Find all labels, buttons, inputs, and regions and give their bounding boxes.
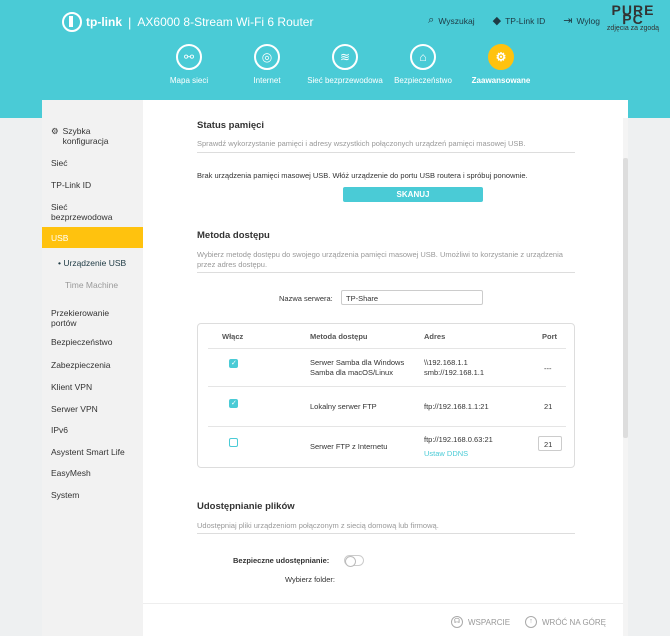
server-name-label: Nazwa serwera: <box>279 294 333 303</box>
top-links: ⌕ Wyszukaj ◆ TP-Link ID ⇥ Wylog <box>428 14 600 27</box>
row-ftp-local-method: Lokalny serwer FTP <box>310 402 377 411</box>
arrow-up-icon: ↑ <box>525 616 537 628</box>
server-name-input[interactable]: TP-Share <box>341 290 483 305</box>
tp-link-logo[interactable]: tp-link | AX6000 8-Stream Wi-Fi 6 Router <box>62 12 313 32</box>
search-icon: ⌕ <box>428 14 435 26</box>
sidebar-item-security[interactable]: Bezpieczeństwo <box>42 334 143 350</box>
shield-icon: ⌂ <box>410 44 436 70</box>
row-samba-address: \\192.168.1.1 smb://192.168.1.1 <box>424 358 485 377</box>
row-ftp-local-checkbox[interactable] <box>229 399 238 408</box>
divider <box>197 272 575 273</box>
nav-network-map[interactable]: ⚯ Mapa sieci <box>150 44 228 85</box>
sharing-desc: Udostępniaj pliki urządzeniom połączonym… <box>197 521 439 530</box>
access-title: Metoda dostępu <box>197 230 270 241</box>
col-port: Port <box>542 332 557 341</box>
logout-link[interactable]: ⇥ Wylog <box>563 14 600 27</box>
content: Status pamięci Sprawdź wykorzystanie pam… <box>143 100 628 636</box>
row-ftp-internet-method: Serwer FTP z Internetu <box>310 442 388 451</box>
sidebar-item-protection[interactable]: Zabezpieczenia <box>42 357 143 373</box>
tplink-id-link[interactable]: ◆ TP-Link ID <box>493 14 546 27</box>
tp-link-logo-icon <box>62 12 82 32</box>
sidebar-sub-usb-device[interactable]: • Urządzenie USB <box>42 258 143 268</box>
sidebar-item-tplink-id[interactable]: TP-Link ID <box>42 177 143 193</box>
logo-separator: | <box>128 14 132 30</box>
network-map-icon: ⚯ <box>176 44 202 70</box>
main-nav: ⚯ Mapa sieci ◎ Internet ≋ Sieć bezprzewo… <box>150 44 540 85</box>
scrollbar-thumb[interactable] <box>623 158 628 438</box>
sidebar-item-system[interactable]: System <box>42 487 143 503</box>
folder-label: Wybierz folder: <box>285 575 335 584</box>
main-card: ⚙ Szybka konfiguracja Sieć TP-Link ID Si… <box>42 100 628 636</box>
col-method: Metoda dostępu <box>310 332 368 341</box>
sharing-title: Udostępnianie plików <box>197 501 295 512</box>
sidebar-item-vpn-client[interactable]: Klient VPN <box>42 379 143 395</box>
sidebar-item-network[interactable]: Sieć <box>42 155 143 171</box>
search-link[interactable]: ⌕ Wyszukaj <box>428 14 474 27</box>
storage-title: Status pamięci <box>197 120 265 131</box>
sidebar-item-ipv6[interactable]: IPv6 <box>42 422 143 438</box>
access-desc: Wybierz metodę dostępu do swojego urządz… <box>197 250 563 269</box>
sidebar-item-port-forwarding[interactable]: Przekierowanie portów <box>42 306 122 330</box>
divider <box>197 152 575 153</box>
footer: ☊ WSPARCIE ↑ WRÓĆ NA GÓRĘ <box>143 603 628 636</box>
watermark-badge: PURE PC zdjęcia za zgodą <box>606 2 660 32</box>
wifi-icon: ≋ <box>332 44 358 70</box>
scrollbar[interactable] <box>623 118 628 636</box>
ddns-link[interactable]: Ustaw DDNS <box>424 449 468 459</box>
gear-icon: ⚙ <box>488 44 514 70</box>
nav-advanced[interactable]: ⚙ Zaawansowane <box>462 44 540 85</box>
logout-icon: ⇥ <box>563 15 573 27</box>
sidebar-item-wireless[interactable]: Sieć bezprzewodowa <box>42 200 122 224</box>
sidebar: ⚙ Szybka konfiguracja Sieć TP-Link ID Si… <box>42 100 143 636</box>
nav-internet[interactable]: ◎ Internet <box>228 44 306 85</box>
scan-button[interactable]: SKANUJ <box>343 187 483 202</box>
row-ftp-local-port: 21 <box>544 402 553 411</box>
back-to-top-link[interactable]: ↑ WRÓĆ NA GÓRĘ <box>525 616 606 628</box>
divider <box>197 533 575 534</box>
col-enable: Włącz <box>222 332 244 341</box>
sidebar-item-quick-setup[interactable]: ⚙ Szybka konfiguracja <box>42 126 143 150</box>
support-link[interactable]: ☊ WSPARCIE <box>451 616 510 628</box>
globe-icon: ◎ <box>254 44 280 70</box>
sidebar-item-usb[interactable]: USB <box>42 227 143 248</box>
no-device-text: Brak urządzenia pamięci masowej USB. Włó… <box>197 171 528 180</box>
nav-security[interactable]: ⌂ Bezpieczeństwo <box>384 44 462 85</box>
row-ftp-local-address: ftp://192.168.1.1:21 <box>424 402 489 411</box>
row-samba-port: --- <box>544 364 552 373</box>
gear-icon: ⚙ <box>51 126 59 136</box>
storage-desc: Sprawdź wykorzystanie pamięci i adresy w… <box>197 139 526 148</box>
model-name: AX6000 8-Stream Wi-Fi 6 Router <box>137 15 314 29</box>
secure-sharing-label: Bezpieczne udostępnianie: <box>233 556 330 565</box>
secure-sharing-toggle[interactable] <box>344 555 364 567</box>
nav-wireless[interactable]: ≋ Sieć bezprzewodowa <box>306 44 384 85</box>
access-table: Włącz Metoda dostępu Adres Port Serwer S… <box>197 323 575 468</box>
brand-name: tp-link <box>86 15 122 29</box>
row-ftp-internet-address: ftp://192.168.0.63:21 <box>424 435 493 444</box>
sidebar-item-vpn-server[interactable]: Serwer VPN <box>42 401 143 417</box>
row-ftp-internet-checkbox[interactable] <box>229 438 238 447</box>
user-icon: ◆ <box>492 15 502 27</box>
headset-icon: ☊ <box>451 616 463 628</box>
row-samba-checkbox[interactable] <box>229 359 238 368</box>
sidebar-item-easymesh[interactable]: EasyMesh <box>42 465 143 481</box>
row-ftp-internet-port-input[interactable]: 21 <box>538 436 562 451</box>
sidebar-sub-time-machine[interactable]: Time Machine <box>42 280 143 290</box>
sidebar-item-smart-life[interactable]: Asystent Smart Life <box>42 444 143 460</box>
col-address: Adres <box>424 332 446 341</box>
row-samba-method: Serwer Samba dla Windows Samba dla macOS… <box>310 358 405 377</box>
